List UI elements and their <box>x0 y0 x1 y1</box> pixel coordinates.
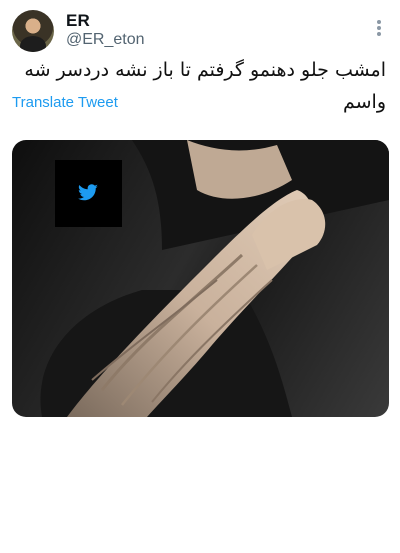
avatar[interactable] <box>12 10 54 52</box>
user-handle[interactable]: @ER_eton <box>66 31 145 49</box>
more-options-icon[interactable] <box>372 18 386 38</box>
twitter-bird-icon <box>78 184 98 201</box>
watermark-logo <box>55 160 122 227</box>
display-name[interactable]: ER <box>66 11 90 31</box>
more-dot <box>377 20 381 24</box>
more-dot <box>377 32 381 36</box>
translate-tweet-link[interactable]: Translate Tweet <box>12 94 118 111</box>
more-dot <box>377 26 381 30</box>
avatar-shirt <box>20 36 46 52</box>
